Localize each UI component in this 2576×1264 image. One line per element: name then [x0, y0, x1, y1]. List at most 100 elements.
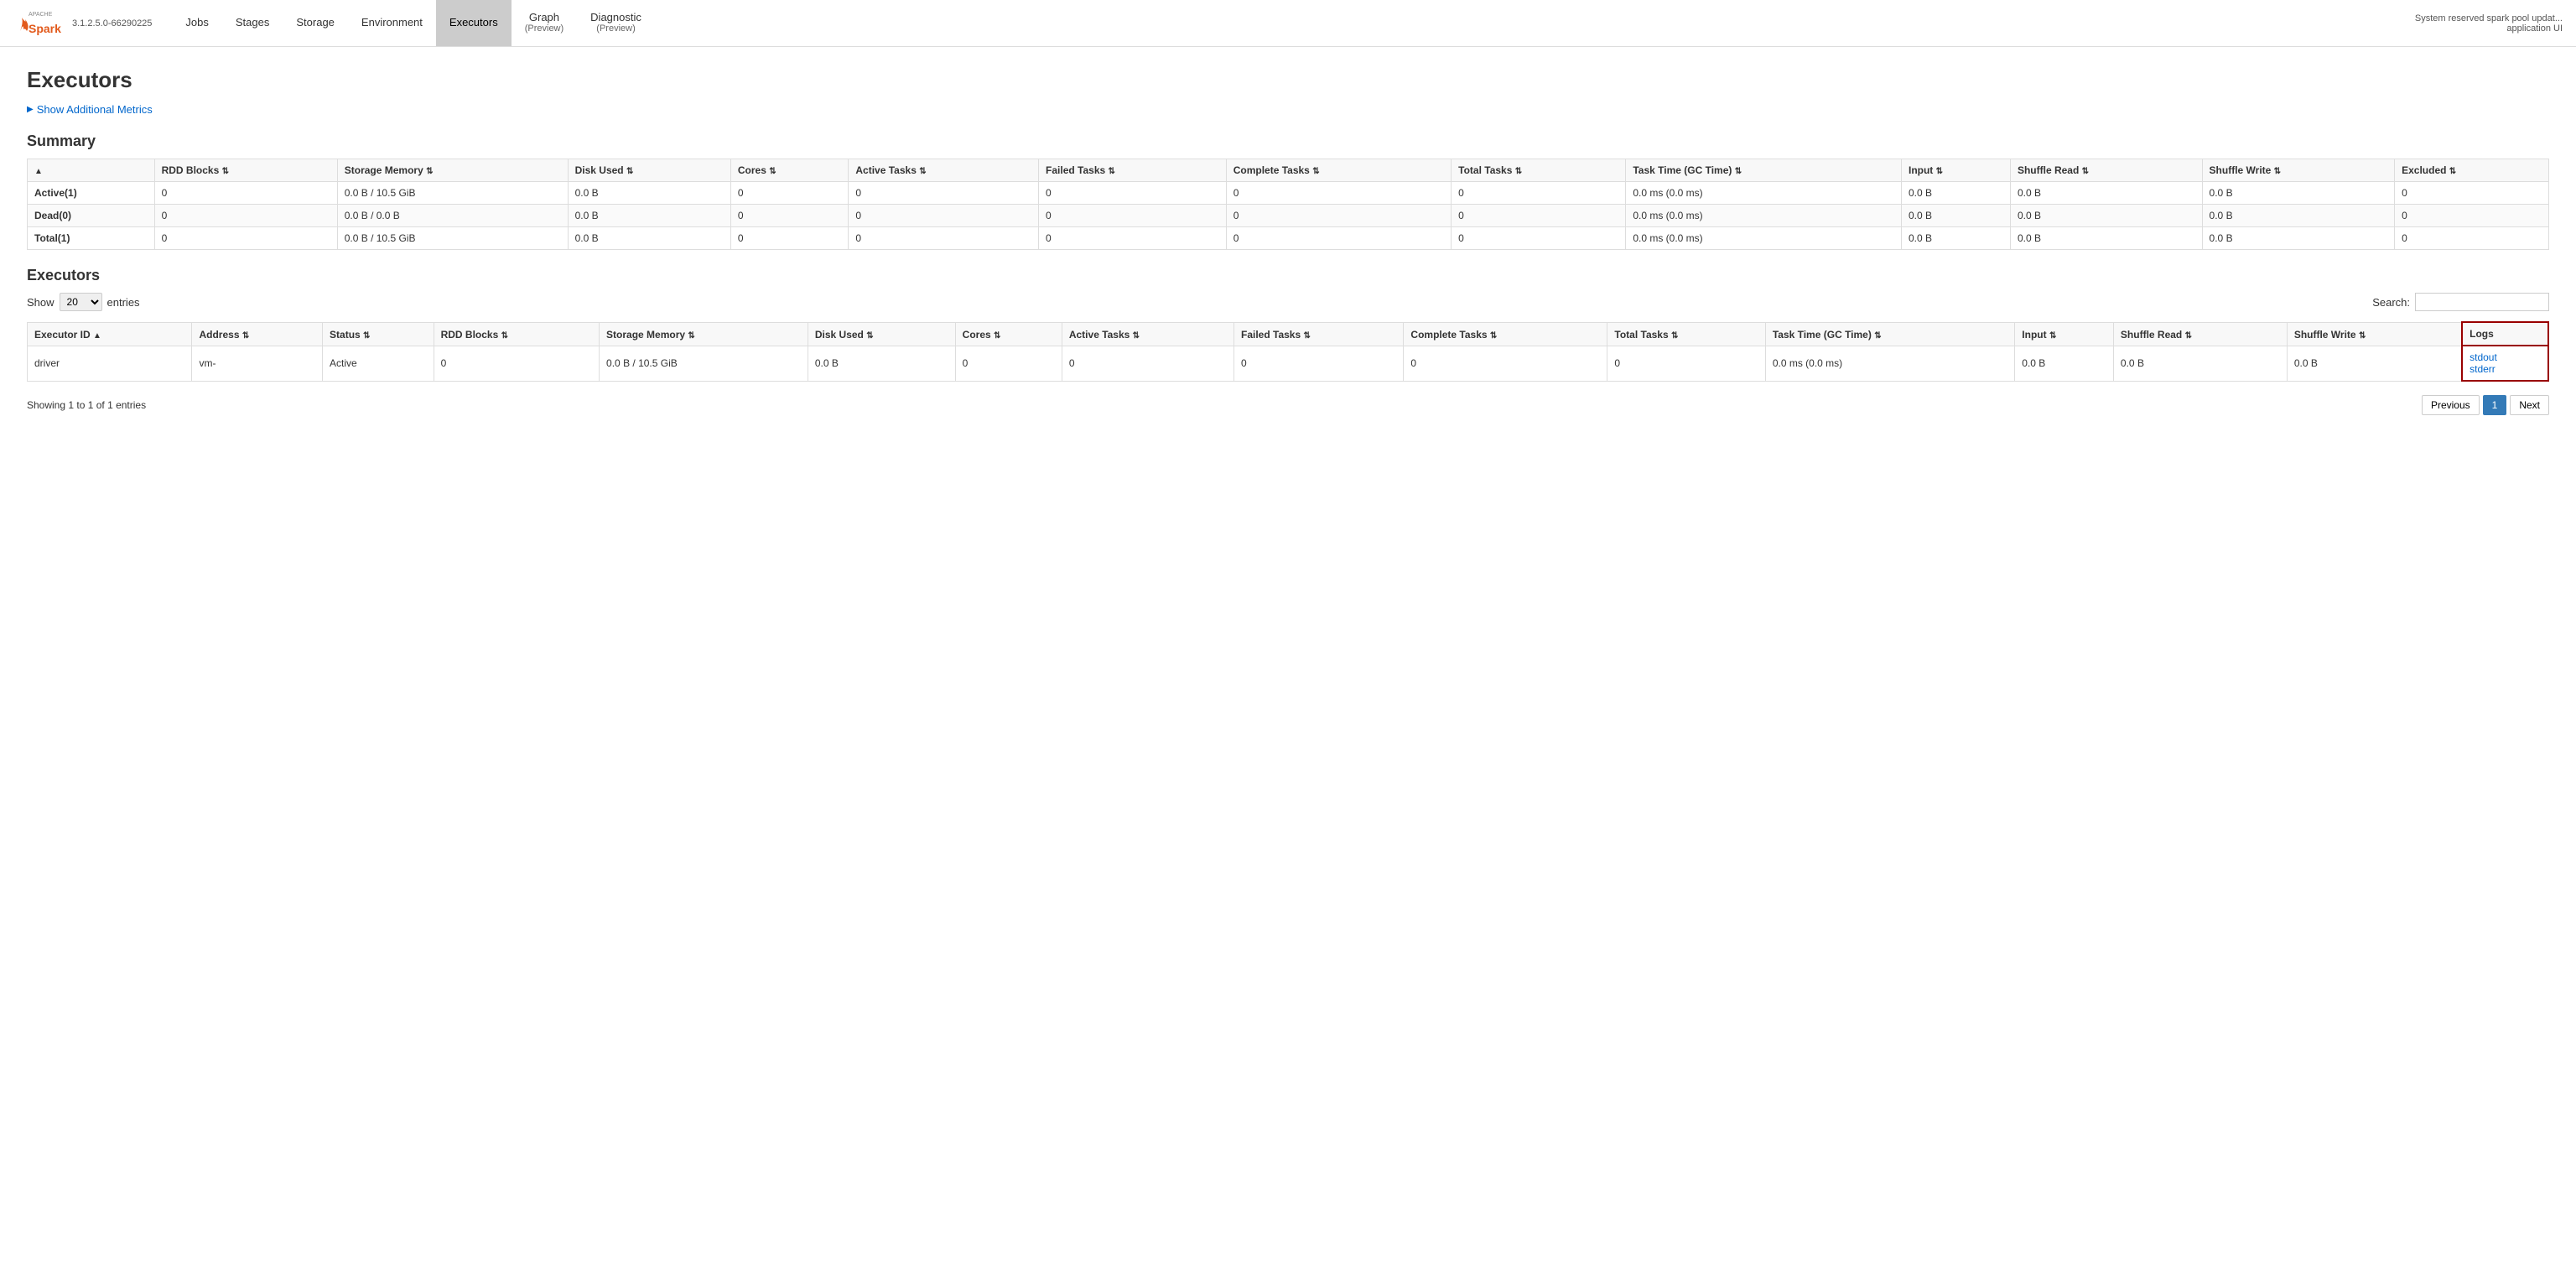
col-active-tasks2[interactable]: Active Tasks ⇅ — [1062, 322, 1233, 346]
summary-cell: 0 — [730, 205, 849, 227]
svg-text:Spark: Spark — [29, 22, 61, 35]
summary-cell: Total(1) — [28, 227, 155, 250]
col-failed-tasks2[interactable]: Failed Tasks ⇅ — [1234, 322, 1404, 346]
summary-cell: 0.0 B — [2010, 205, 2202, 227]
stderr-link[interactable]: stderr — [2470, 363, 2496, 375]
summary-cell: 0 — [1039, 205, 1227, 227]
show-additional-metrics-link[interactable]: Show Additional Metrics — [27, 103, 2549, 116]
summary-cell: 0 — [849, 205, 1039, 227]
col-input2[interactable]: Input ⇅ — [2015, 322, 2114, 346]
summary-table-wrap: ▲ RDD Blocks ⇅ Storage Memory ⇅ Disk Use… — [27, 159, 2549, 250]
search-input[interactable] — [2415, 293, 2549, 311]
summary-cell: 0.0 B — [568, 205, 730, 227]
nav-storage[interactable]: Storage — [283, 0, 348, 46]
executors-table-wrap: Executor ID ▲ Address ⇅ Status ⇅ RDD Blo… — [27, 321, 2549, 382]
col-excluded[interactable]: Excluded ⇅ — [2395, 159, 2549, 182]
summary-cell: 0 — [154, 227, 337, 250]
logs-cell: stdoutstderr — [2462, 346, 2548, 381]
summary-section-title: Summary — [27, 133, 2549, 150]
col-shuffle-read[interactable]: Shuffle Read ⇅ — [2010, 159, 2202, 182]
summary-cell: 0.0 B — [568, 227, 730, 250]
executors-header-row: Executor ID ▲ Address ⇅ Status ⇅ RDD Blo… — [28, 322, 2549, 346]
col-cores2[interactable]: Cores ⇅ — [955, 322, 1062, 346]
col-shuffle-write[interactable]: Shuffle Write ⇅ — [2202, 159, 2395, 182]
summary-cell: 0.0 B — [2202, 182, 2395, 205]
summary-cell: 0 — [849, 227, 1039, 250]
summary-cell: Dead(0) — [28, 205, 155, 227]
executor-table-row: drivervm-Active00.0 B / 10.5 GiB0.0 B000… — [28, 346, 2549, 381]
disk-used-cell: 0.0 B — [808, 346, 955, 381]
col-disk-used2[interactable]: Disk Used ⇅ — [808, 322, 955, 346]
main-content: Executors Show Additional Metrics Summar… — [0, 47, 2576, 435]
col-disk-used[interactable]: Disk Used ⇅ — [568, 159, 730, 182]
nav-stages[interactable]: Stages — [222, 0, 283, 46]
nav-executors[interactable]: Executors — [436, 0, 512, 46]
col-failed-tasks[interactable]: Failed Tasks ⇅ — [1039, 159, 1227, 182]
executor-id-cell: driver — [28, 346, 192, 381]
show-entries-control: Show 20 50 100 entries — [27, 293, 140, 311]
summary-cell: 0 — [1452, 205, 1626, 227]
summary-cell: 0.0 B / 10.5 GiB — [337, 227, 568, 250]
summary-cell: 0 — [849, 182, 1039, 205]
summary-cell: 0 — [1226, 227, 1451, 250]
nav-graph[interactable]: Graph (Preview) — [512, 0, 577, 46]
summary-cell: 0 — [2395, 227, 2549, 250]
next-page-button[interactable]: Next — [2510, 395, 2549, 415]
summary-cell: 0.0 B — [1901, 205, 2010, 227]
summary-table-row: Total(1)00.0 B / 10.5 GiB0.0 B000000.0 m… — [28, 227, 2549, 250]
col-storage-memory[interactable]: Storage Memory ⇅ — [337, 159, 568, 182]
nav-environment[interactable]: Environment — [348, 0, 436, 46]
col-executor-id[interactable]: Executor ID ▲ — [28, 322, 192, 346]
summary-cell: 0 — [154, 182, 337, 205]
summary-cell: Active(1) — [28, 182, 155, 205]
summary-cell: 0.0 ms (0.0 ms) — [1626, 227, 1902, 250]
col-status[interactable]: Status ⇅ — [323, 322, 434, 346]
col-shuffle-read2[interactable]: Shuffle Read ⇅ — [2113, 322, 2287, 346]
executors-controls: Show 20 50 100 entries Search: — [27, 293, 2549, 311]
stdout-link[interactable]: stdout — [2470, 351, 2497, 363]
col-complete-tasks[interactable]: Complete Tasks ⇅ — [1226, 159, 1451, 182]
summary-cell: 0 — [730, 227, 849, 250]
col-total-tasks2[interactable]: Total Tasks ⇅ — [1607, 322, 1765, 346]
col-rdd-blocks[interactable]: RDD Blocks ⇅ — [154, 159, 337, 182]
page-title: Executors — [27, 67, 2549, 93]
nav-links: Jobs Stages Storage Environment Executor… — [172, 0, 2414, 46]
summary-cell: 0.0 B / 0.0 B — [337, 205, 568, 227]
col-task-time[interactable]: Task Time (GC Time) ⇅ — [1626, 159, 1902, 182]
summary-cell: 0.0 ms (0.0 ms) — [1626, 182, 1902, 205]
spark-logo-icon: APACHE Spark — [13, 8, 72, 39]
svg-text:APACHE: APACHE — [29, 12, 53, 18]
summary-cell: 0 — [1039, 227, 1227, 250]
active-tasks-cell: 0 — [1062, 346, 1233, 381]
prev-page-button[interactable]: Previous — [2422, 395, 2480, 415]
col-rdd-blocks2[interactable]: RDD Blocks ⇅ — [434, 322, 599, 346]
summary-cell: 0 — [154, 205, 337, 227]
col-complete-tasks2[interactable]: Complete Tasks ⇅ — [1404, 322, 1607, 346]
col-address[interactable]: Address ⇅ — [192, 322, 323, 346]
executors-table: Executor ID ▲ Address ⇅ Status ⇅ RDD Blo… — [27, 321, 2549, 382]
status-cell: Active — [323, 346, 434, 381]
version-label: 3.1.2.5.0-66290225 — [72, 18, 152, 29]
col-cores[interactable]: Cores ⇅ — [730, 159, 849, 182]
rdd-blocks-cell: 0 — [434, 346, 599, 381]
search-label: Search: — [2372, 296, 2410, 309]
summary-cell: 0.0 B — [2010, 182, 2202, 205]
col-total-tasks[interactable]: Total Tasks ⇅ — [1452, 159, 1626, 182]
nav-diagnostic[interactable]: Diagnostic (Preview) — [577, 0, 655, 46]
col-shuffle-write2[interactable]: Shuffle Write ⇅ — [2287, 322, 2462, 346]
col-active-tasks[interactable]: Active Tasks ⇅ — [849, 159, 1039, 182]
summary-cell: 0 — [1452, 182, 1626, 205]
logo-area: APACHE Spark 3.1.2.5.0-66290225 — [13, 8, 152, 39]
col-storage-memory2[interactable]: Storage Memory ⇅ — [600, 322, 808, 346]
summary-cell: 0.0 ms (0.0 ms) — [1626, 205, 1902, 227]
summary-table-row: Active(1)00.0 B / 10.5 GiB0.0 B000000.0 … — [28, 182, 2549, 205]
col-input[interactable]: Input ⇅ — [1901, 159, 2010, 182]
col-task-time2[interactable]: Task Time (GC Time) ⇅ — [1765, 322, 2014, 346]
address-cell: vm- — [192, 346, 323, 381]
entries-select[interactable]: 20 50 100 — [60, 293, 102, 311]
nav-jobs[interactable]: Jobs — [172, 0, 221, 46]
summary-table: ▲ RDD Blocks ⇅ Storage Memory ⇅ Disk Use… — [27, 159, 2549, 250]
summary-cell: 0.0 B — [2202, 205, 2395, 227]
col-label[interactable]: ▲ — [28, 159, 155, 182]
current-page-button[interactable]: 1 — [2483, 395, 2507, 415]
